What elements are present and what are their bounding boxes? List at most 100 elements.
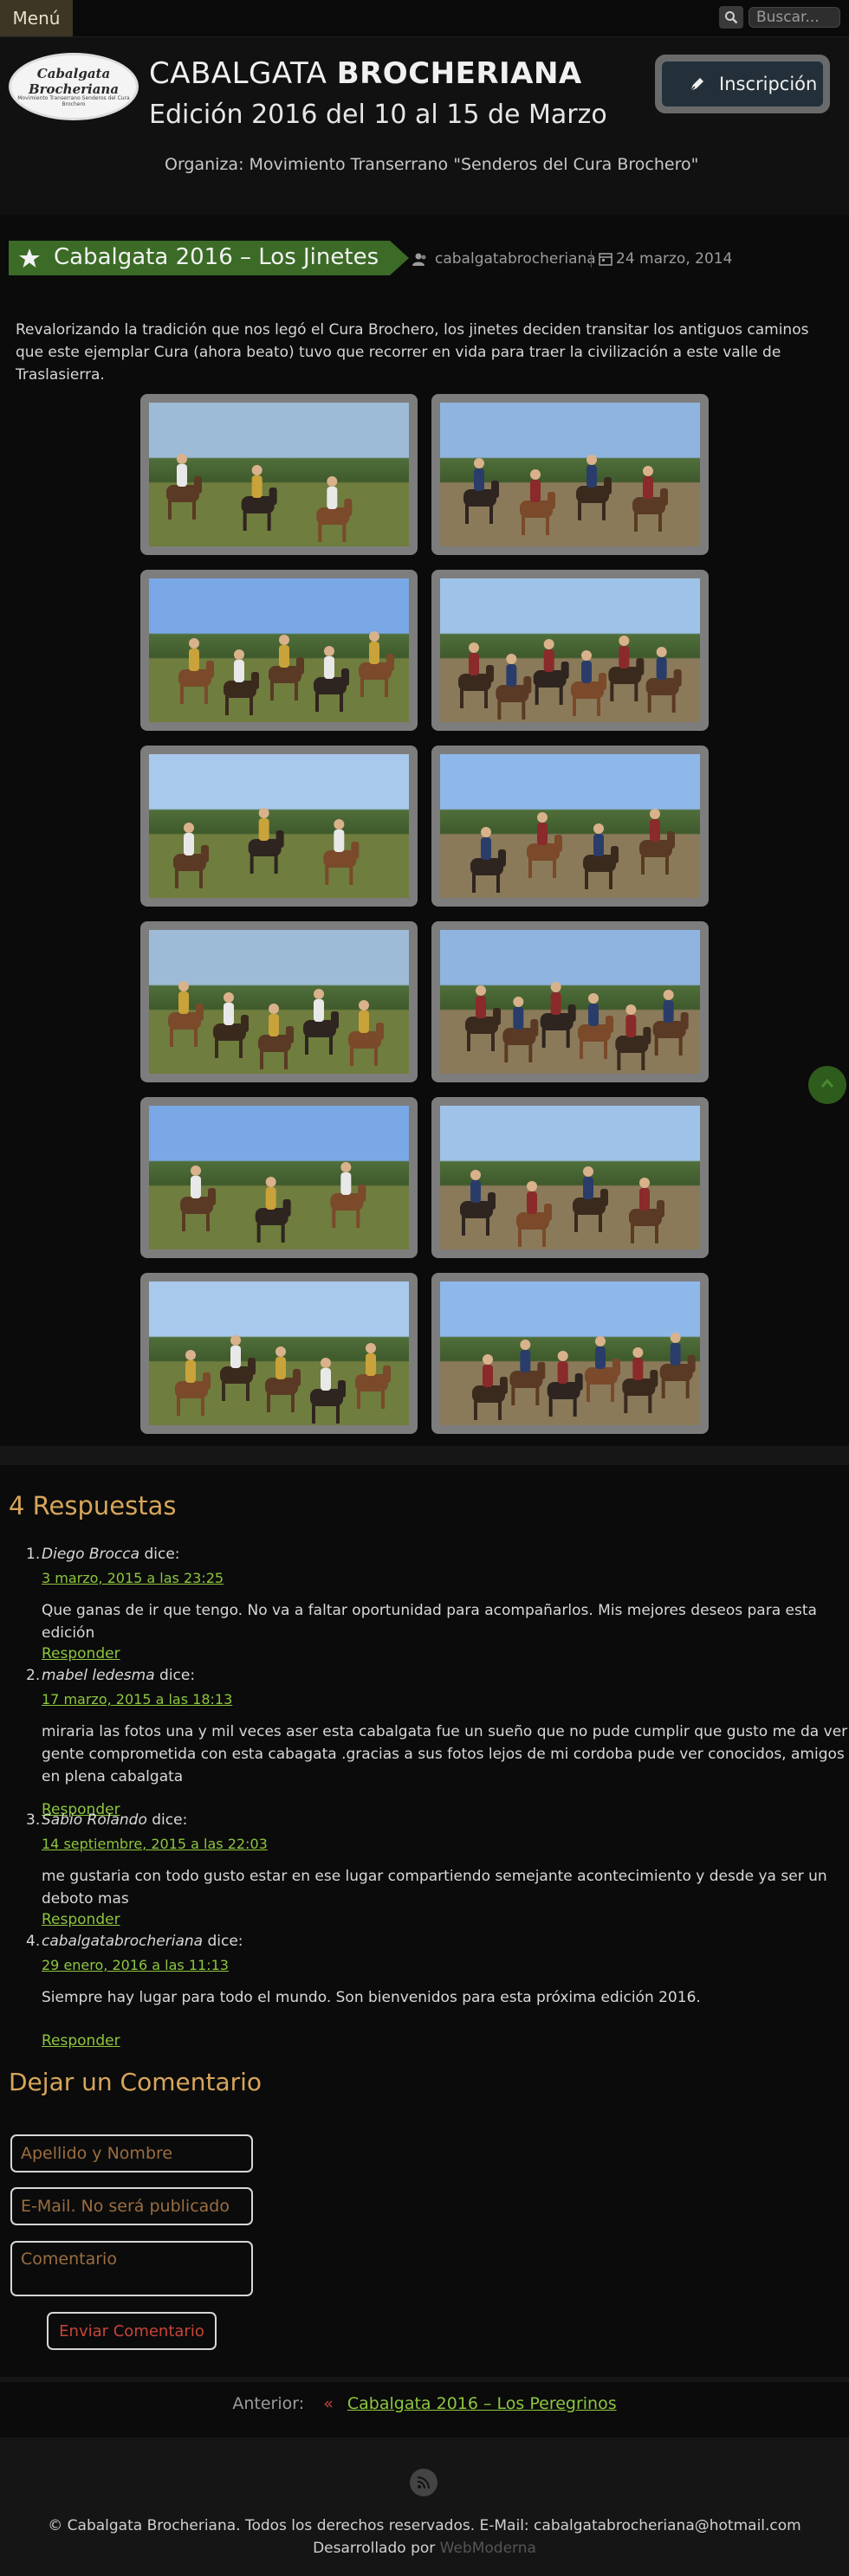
site-logo[interactable]: Cabalgata Brocheriana Movimiento Transer… bbox=[9, 53, 139, 120]
reply-link[interactable]: Responder bbox=[42, 1911, 120, 1928]
user-icon bbox=[412, 253, 426, 266]
previous-label: Anterior: bbox=[232, 2394, 305, 2413]
comment-number: 4. bbox=[26, 1933, 41, 1950]
gallery-photo-image bbox=[149, 403, 409, 546]
comment-author: Diego Brocca bbox=[42, 1546, 140, 1563]
comment-number: 3. bbox=[26, 1811, 41, 1829]
comment-author: cabalgatabrocheriana bbox=[42, 1933, 204, 1950]
developer-link[interactable]: WebModerna bbox=[440, 2540, 536, 2557]
post-author-name: cabalgatabrocheriana bbox=[435, 250, 596, 268]
comment-date-link[interactable]: 29 enero, 2016 a las 11:13 bbox=[42, 1957, 229, 1973]
site-footer: © Cabalgata Brocheriana. Todos los derec… bbox=[0, 2437, 849, 2576]
post-date-text: 24 marzo, 2014 bbox=[616, 250, 733, 268]
comment-header: 1. Diego Brocca dice: bbox=[26, 1546, 840, 1563]
comment-header: 2. mabel ledesma dice: bbox=[26, 1667, 840, 1684]
scroll-top-button[interactable] bbox=[808, 1066, 846, 1104]
comment-number: 1. bbox=[26, 1546, 41, 1563]
gallery-photo[interactable] bbox=[431, 570, 709, 731]
logo-subtext: Movimiento Transerrano Senderos del Cura… bbox=[17, 95, 130, 107]
gallery-photo-image bbox=[440, 1282, 700, 1425]
gallery-photo-image bbox=[149, 1282, 409, 1425]
gallery-photo-image bbox=[149, 930, 409, 1074]
comment-item: 2. mabel ledesma dice: 17 marzo, 2015 a la… bbox=[26, 1667, 847, 1818]
signup-button[interactable]: Inscripción bbox=[655, 55, 830, 113]
gallery-photo[interactable] bbox=[431, 394, 709, 555]
comment-date-link[interactable]: 3 marzo, 2015 a las 23:25 bbox=[42, 1570, 224, 1586]
gallery-photo-image bbox=[440, 1106, 700, 1249]
comment-says: dice: bbox=[152, 1811, 188, 1829]
developed-by: Desarrollado por WebModerna bbox=[0, 2540, 849, 2557]
previous-post-nav: Anterior: « Cabalgata 2016 – Los Peregri… bbox=[0, 2394, 849, 2413]
gallery-photo[interactable] bbox=[140, 570, 418, 731]
gallery-photo[interactable] bbox=[140, 746, 418, 907]
star-icon bbox=[19, 249, 40, 268]
menu-button[interactable]: Menú bbox=[0, 0, 73, 36]
site-title-regular: CABALGATA bbox=[149, 56, 327, 91]
site-subtitle: Edición 2016 del 10 al 15 de Marzo bbox=[149, 100, 607, 130]
gallery-photo-image bbox=[440, 578, 700, 722]
search-icon[interactable] bbox=[719, 6, 743, 29]
comment-item: 1. Diego Brocca dice: 3 marzo, 2015 a las … bbox=[26, 1546, 840, 1662]
comment-item: 4. cabalgatabrocheriana dice: 29 enero, 20… bbox=[26, 1933, 840, 2050]
developed-by-label: Desarrollado por bbox=[313, 2540, 436, 2557]
post-author[interactable]: cabalgatabrocheriana bbox=[412, 250, 596, 268]
post-header: Cabalgata 2016 – Los Jinetes cabalgatabr… bbox=[0, 215, 849, 297]
search-input[interactable] bbox=[749, 7, 840, 28]
comment-text: Siempre hay lugar para todo el mundo. So… bbox=[42, 1989, 701, 2006]
comment-says: dice: bbox=[144, 1546, 180, 1563]
comments-title: 4 Respuestas bbox=[9, 1491, 177, 1520]
site-title-bold: BROCHERIANA bbox=[336, 56, 582, 91]
comment-date-link[interactable]: 14 septiembre, 2015 a las 22:03 bbox=[42, 1836, 268, 1852]
site-title: CABALGATA BROCHERIANA bbox=[149, 56, 582, 91]
post-title-ribbon: Cabalgata 2016 – Los Jinetes bbox=[9, 241, 409, 275]
comment-author: mabel ledesma bbox=[42, 1667, 155, 1684]
gallery-photo[interactable] bbox=[431, 1273, 709, 1434]
signup-button-label: Inscripción bbox=[719, 74, 818, 94]
site-header: Cabalgata Brocheriana Movimiento Transer… bbox=[0, 37, 849, 215]
post-date: 24 marzo, 2014 bbox=[591, 250, 732, 268]
post-intro: Revalorizando la tradición que nos legó … bbox=[16, 321, 809, 384]
signup-button-inner[interactable]: Inscripción bbox=[662, 61, 823, 107]
comment-form-title: Dejar un Comentario bbox=[9, 2068, 262, 2096]
submit-comment-button[interactable]: Enviar Comentario bbox=[47, 2312, 217, 2350]
gallery-photo[interactable] bbox=[140, 921, 418, 1082]
comment-text: Que ganas de ir que tengo. No va a falta… bbox=[42, 1602, 817, 1642]
comment-textarea[interactable] bbox=[10, 2241, 253, 2296]
photo-gallery bbox=[0, 394, 849, 1437]
chevron-up-icon bbox=[820, 1078, 834, 1088]
gallery-photo[interactable] bbox=[140, 1273, 418, 1434]
reply-link[interactable]: Responder bbox=[42, 2032, 120, 2050]
reply-link[interactable]: Responder bbox=[42, 1645, 120, 1662]
rss-icon[interactable] bbox=[410, 2469, 437, 2496]
gallery-photo[interactable] bbox=[431, 1097, 709, 1258]
section-divider bbox=[0, 2377, 849, 2382]
comment-header: 4. cabalgatabrocheriana dice: bbox=[26, 1933, 840, 1950]
comment-says: dice: bbox=[207, 1933, 243, 1950]
gallery-photo-image bbox=[149, 578, 409, 722]
email-field[interactable] bbox=[10, 2187, 253, 2225]
gallery-photo[interactable] bbox=[140, 1097, 418, 1258]
comment-text: miraria las fotos una y mil veces aser e… bbox=[42, 1723, 848, 1785]
top-bar: Menú bbox=[0, 0, 849, 37]
pen-icon bbox=[690, 78, 703, 92]
gallery-photo-image bbox=[440, 930, 700, 1074]
gallery-photo-image bbox=[440, 754, 700, 898]
name-field[interactable] bbox=[10, 2134, 253, 2172]
gallery-photo-image bbox=[440, 403, 700, 546]
gallery-photo-image bbox=[149, 754, 409, 898]
comment-says: dice: bbox=[159, 1667, 196, 1684]
previous-arrow: « bbox=[323, 2394, 334, 2413]
gallery-photo[interactable] bbox=[431, 746, 709, 907]
organizer-line: Organiza: Movimiento Transerrano "Sender… bbox=[165, 155, 699, 174]
comment-item: 3. Sabio Rolando dice: 14 septiembre, 2015… bbox=[26, 1811, 840, 1928]
previous-post-link[interactable]: Cabalgata 2016 – Los Peregrinos bbox=[347, 2394, 617, 2413]
gallery-photo[interactable] bbox=[140, 394, 418, 555]
comment-author: Sabio Rolando bbox=[42, 1811, 147, 1829]
gallery-photo[interactable] bbox=[431, 921, 709, 1082]
gallery-photo-image bbox=[149, 1106, 409, 1249]
comment-header: 3. Sabio Rolando dice: bbox=[26, 1811, 840, 1829]
comment-date-link[interactable]: 17 marzo, 2015 a las 18:13 bbox=[42, 1691, 232, 1708]
section-divider bbox=[0, 1446, 849, 1465]
comment-text: me gustaria con todo gusto estar en ese … bbox=[42, 1868, 827, 1908]
logo-text: Cabalgata Brocheriana bbox=[28, 66, 120, 97]
